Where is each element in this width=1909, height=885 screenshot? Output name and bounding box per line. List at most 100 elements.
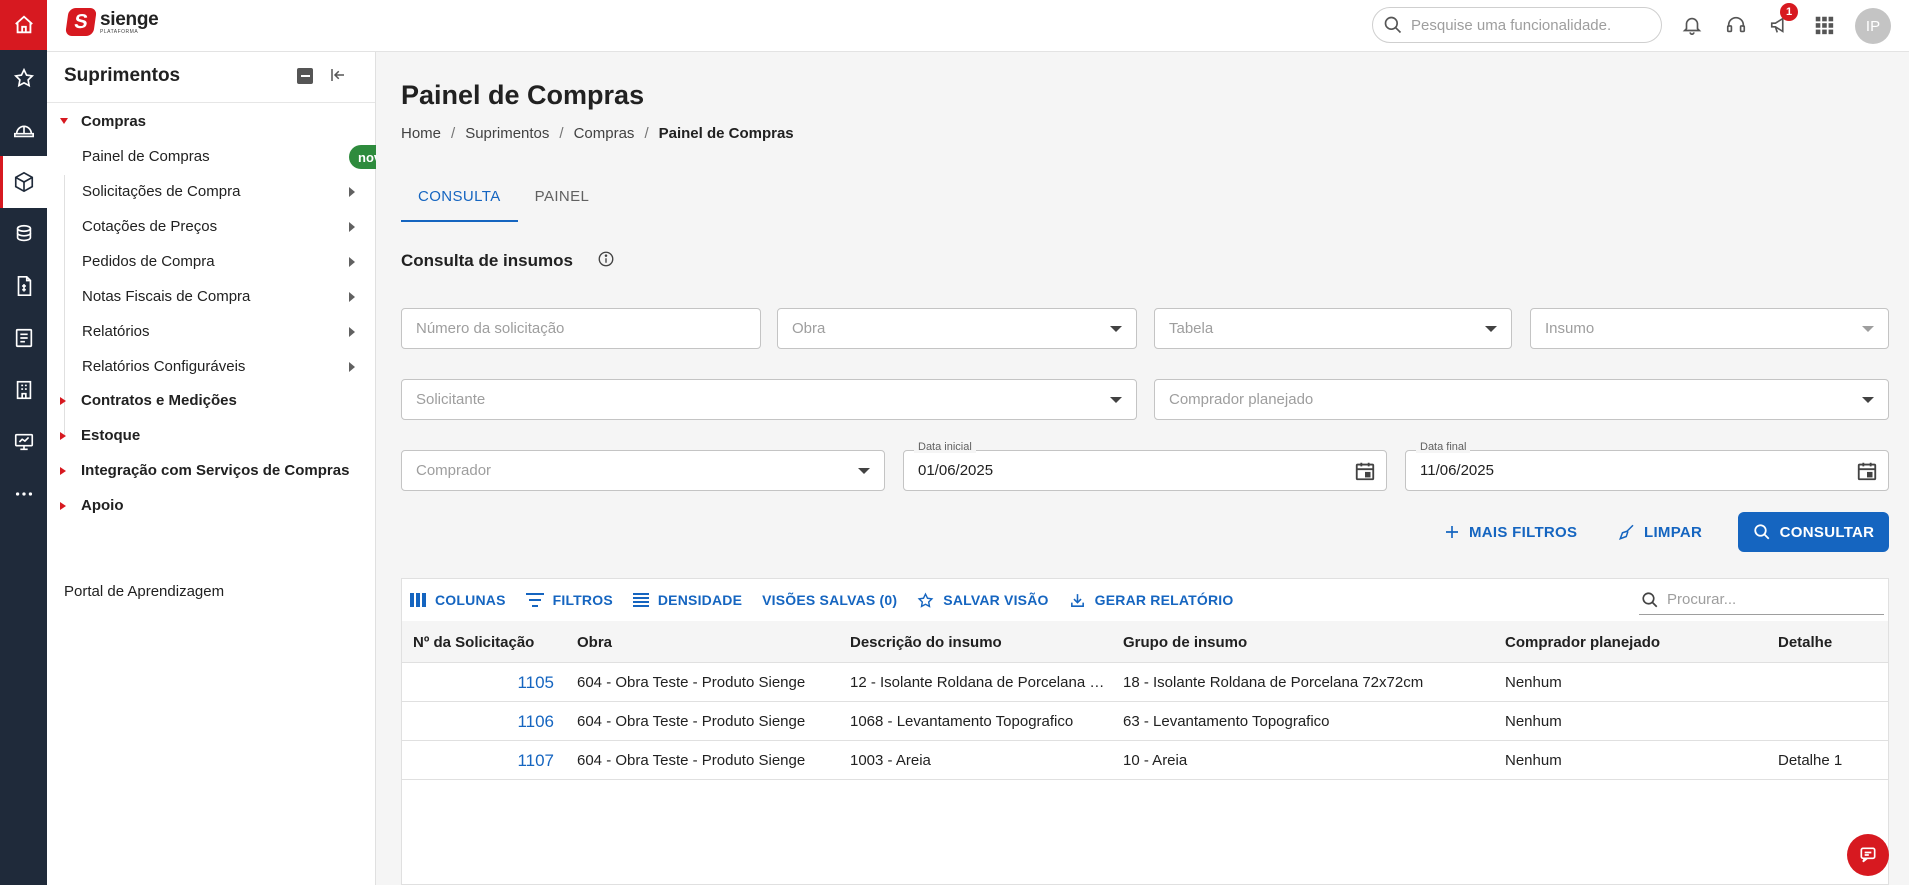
dropdown-arrow-icon — [1862, 326, 1874, 332]
sidebar-group-contratos[interactable]: Contratos e Medições — [47, 383, 375, 417]
data-final-field[interactable]: Data final 11/06/2025 — [1405, 441, 1889, 491]
column-header-descricao[interactable]: Descrição do insumo — [850, 634, 1002, 651]
visoes-salvas-button[interactable]: VISÕES SALVAS (0) — [762, 592, 897, 608]
global-search[interactable] — [1372, 7, 1662, 43]
column-header-numero[interactable]: Nº da Solicitação — [413, 634, 534, 651]
density-icon — [632, 593, 649, 607]
grid-search[interactable] — [1639, 585, 1884, 615]
tab-consulta[interactable]: CONSULTA — [401, 170, 518, 222]
chat-icon — [1860, 847, 1876, 863]
filter-lines-icon — [525, 593, 544, 607]
comercial-button[interactable] — [0, 364, 47, 416]
consultar-button[interactable]: CONSULTAR — [1738, 512, 1889, 552]
tab-bar: CONSULTA PAINEL — [401, 170, 606, 222]
cell-detalhe[interactable]: Detalhe 1 — [1778, 752, 1878, 769]
support-button[interactable] — [1723, 12, 1749, 38]
sidebar-group-compras[interactable]: Compras — [47, 104, 375, 138]
sidebar-item-notas-fiscais-de-compra[interactable]: Notas Fiscais de Compra — [80, 279, 375, 314]
calendar-icon[interactable] — [1856, 460, 1878, 486]
sidebar-item-cotacoes-de-precos[interactable]: Cotações de Preços — [80, 209, 375, 244]
financeiro-button[interactable] — [0, 208, 47, 260]
search-icon — [1754, 524, 1770, 540]
obra-select[interactable]: Obra — [777, 308, 1137, 349]
solicitacao-link[interactable]: 1105 — [402, 673, 554, 693]
sidebar-item-relatorios-configuraveis[interactable]: Relatórios Configuráveis — [80, 349, 375, 384]
main-content: Painel de Compras Home / Suprimentos / C… — [376, 52, 1909, 885]
collapse-all-button[interactable] — [297, 68, 313, 84]
sidebar-item-relatorios[interactable]: Relatórios — [80, 314, 375, 349]
comprador-planejado-placeholder: Comprador planejado — [1169, 391, 1314, 408]
breadcrumb-compras[interactable]: Compras — [574, 125, 635, 142]
salvar-visao-button[interactable]: SALVAR VISÃO — [917, 591, 1048, 609]
table-row[interactable]: 1105 604 - Obra Teste - Produto Sienge 1… — [402, 663, 1888, 702]
sidebar-group-label: Apoio — [81, 496, 124, 514]
data-inicial-field[interactable]: Data inicial 01/06/2025 — [903, 441, 1387, 491]
suprimentos-button[interactable] — [0, 156, 47, 208]
dashboard-button[interactable] — [0, 416, 47, 468]
sidebar-item-label: Relatórios — [82, 323, 150, 340]
user-avatar[interactable]: IP — [1855, 8, 1891, 44]
tabela-select[interactable]: Tabela — [1154, 308, 1512, 349]
apps-button[interactable] — [1811, 12, 1837, 38]
section-title: Consulta de insumos — [401, 251, 573, 270]
sidebar-group-estoque[interactable]: Estoque — [47, 418, 375, 452]
sidebar-group-label: Contratos e Medições — [81, 391, 237, 409]
solicitacao-link[interactable]: 1106 — [402, 712, 554, 732]
solicitante-select[interactable]: Solicitante — [401, 379, 1137, 420]
info-icon[interactable] — [597, 250, 615, 273]
data-final-value: 11/06/2025 — [1420, 462, 1494, 479]
mais-filtros-button[interactable]: MAIS FILTROS — [1443, 512, 1577, 552]
comprador-select[interactable]: Comprador — [401, 450, 885, 491]
table-row[interactable]: 1106 604 - Obra Teste - Produto Sienge 1… — [402, 702, 1888, 741]
column-header-comprador-planejado[interactable]: Comprador planejado — [1505, 634, 1660, 651]
sidebar-item-pedidos-de-compra[interactable]: Pedidos de Compra — [80, 244, 375, 279]
gerar-relatorio-button[interactable]: GERAR RELATÓRIO — [1069, 592, 1234, 609]
sidebar-item-solicitacoes-de-compra[interactable]: Solicitações de Compra — [80, 174, 375, 209]
cell-comprador: Nenhum — [1505, 752, 1562, 769]
cell-grupo: 63 - Levantamento Topografico — [1123, 713, 1330, 730]
box-icon — [14, 171, 33, 193]
comprador-planejado-select[interactable]: Comprador planejado — [1154, 379, 1889, 420]
column-header-obra[interactable]: Obra — [577, 634, 612, 651]
mais-filtros-label: MAIS FILTROS — [1469, 523, 1578, 541]
caret-right-icon — [60, 502, 66, 510]
tab-painel[interactable]: PAINEL — [518, 170, 607, 222]
densidade-button[interactable]: DENSIDADE — [632, 592, 742, 608]
sienge-logo[interactable]: S sienge PLATAFORMA — [65, 8, 159, 36]
sidebar-item-painel-de-compras[interactable]: Painel de Compras novo — [80, 139, 399, 174]
cell-obra: 604 - Obra Teste - Produto Sienge — [577, 674, 806, 691]
portal-aprendizagem-link[interactable]: Portal de Aprendizagem — [64, 583, 224, 600]
hide-sidebar-button[interactable] — [329, 66, 347, 89]
dropdown-arrow-icon — [1110, 397, 1122, 403]
favorites-button[interactable] — [0, 52, 47, 104]
filtros-button[interactable]: FILTROS — [525, 592, 613, 608]
breadcrumb-suprimentos[interactable]: Suprimentos — [465, 125, 549, 142]
calendar-icon[interactable] — [1354, 460, 1376, 486]
more-button[interactable] — [0, 468, 47, 520]
chat-help-button[interactable] — [1847, 834, 1889, 876]
caret-right-icon — [349, 257, 355, 267]
limpar-button[interactable]: LIMPAR — [1618, 512, 1702, 552]
sidebar-group-integracao[interactable]: Integração com Serviços de Compras — [47, 453, 375, 487]
grid-search-input[interactable] — [1667, 591, 1867, 608]
solicitante-placeholder: Solicitante — [416, 391, 486, 408]
breadcrumb-home[interactable]: Home — [401, 125, 441, 142]
relatorios-button[interactable] — [0, 312, 47, 364]
numero-solicitacao-field[interactable]: Número da solicitação — [401, 308, 761, 349]
global-search-input[interactable] — [1411, 16, 1641, 34]
contabilidade-button[interactable] — [0, 260, 47, 312]
insumo-select[interactable]: Insumo — [1530, 308, 1889, 349]
sidebar-group-apoio[interactable]: Apoio — [47, 488, 375, 522]
home-button[interactable] — [0, 0, 47, 50]
colunas-button[interactable]: COLUNAS — [410, 592, 506, 608]
numero-solicitacao-placeholder: Número da solicitação — [416, 320, 565, 337]
breadcrumb-separator: / — [559, 125, 564, 142]
table-row[interactable]: 1107 604 - Obra Teste - Produto Sienge 1… — [402, 741, 1888, 780]
gerar-relatorio-label: GERAR RELATÓRIO — [1094, 592, 1234, 608]
dropdown-arrow-icon — [1862, 397, 1874, 403]
solicitacao-link[interactable]: 1107 — [402, 751, 554, 771]
notifications-button[interactable] — [1679, 12, 1705, 38]
column-header-detalhe[interactable]: Detalhe — [1778, 634, 1832, 651]
engineering-button[interactable] — [0, 104, 47, 156]
column-header-grupo[interactable]: Grupo de insumo — [1123, 634, 1247, 651]
